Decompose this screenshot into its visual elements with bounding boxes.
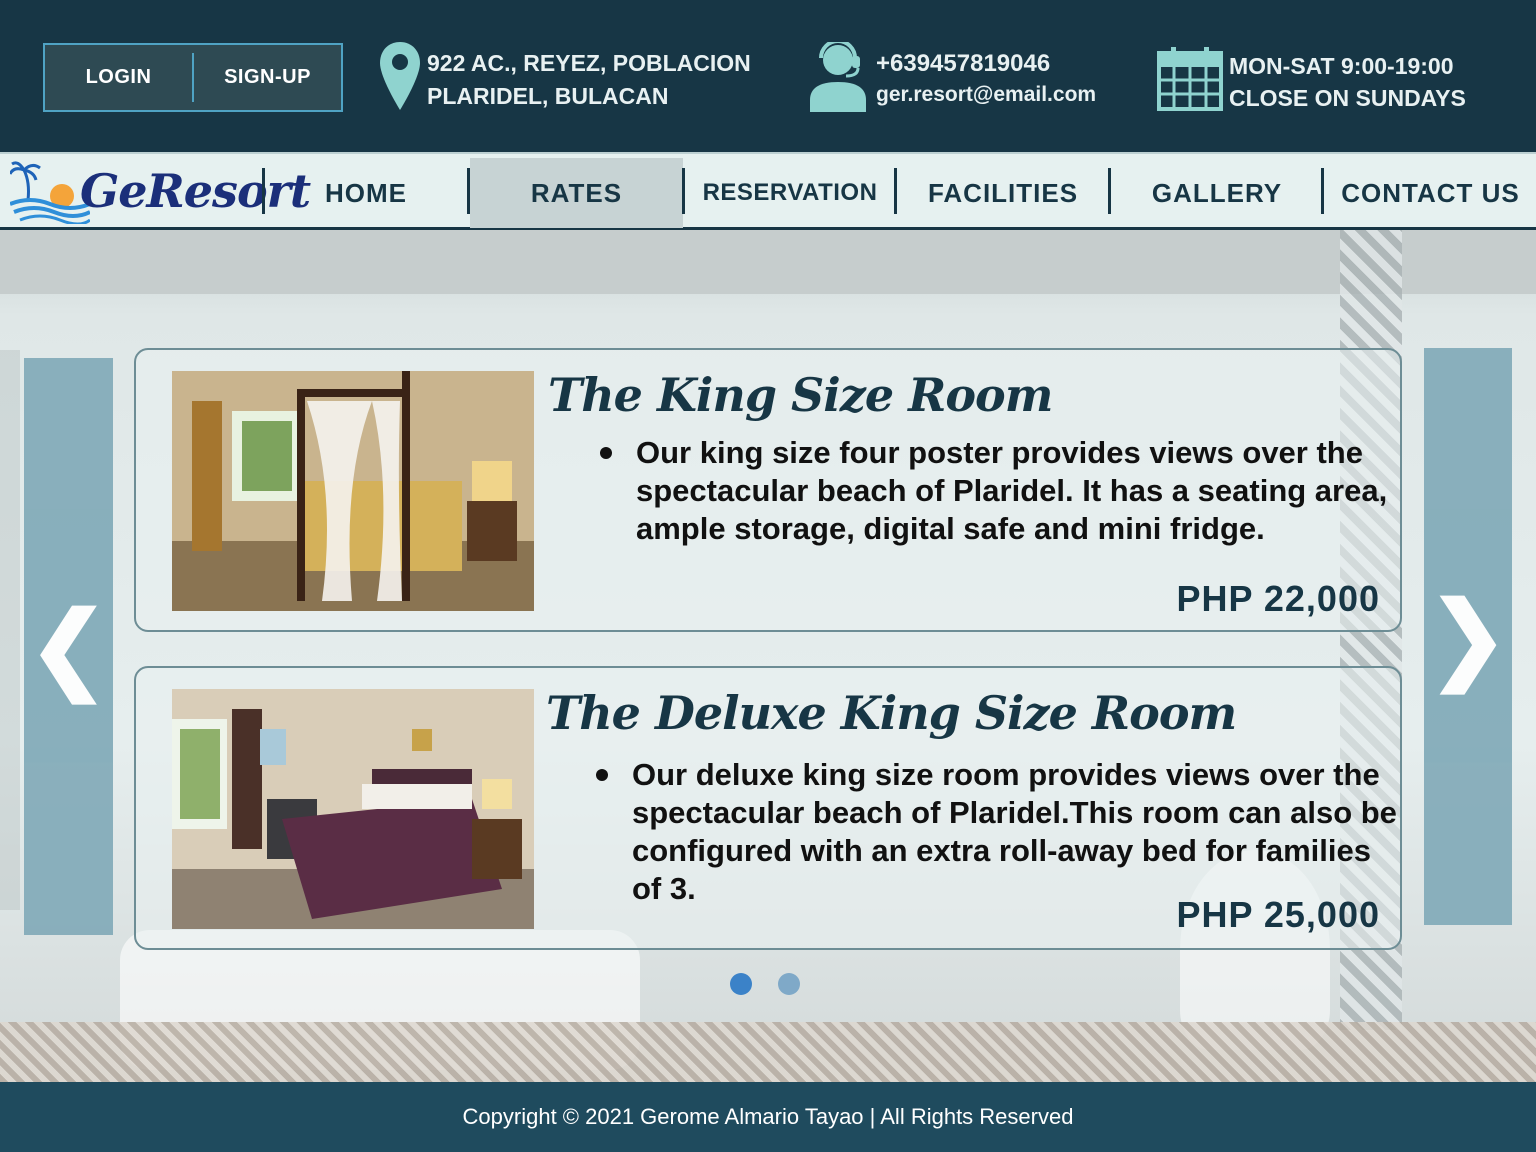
- background-carpet: [0, 1022, 1536, 1082]
- top-info-bar: LOGIN SIGN-UP 922 AC., REYEZ, POBLACION …: [0, 0, 1536, 152]
- auth-box: LOGIN SIGN-UP: [43, 43, 343, 112]
- king-room-photo: [172, 371, 534, 611]
- carousel-dot-2[interactable]: [778, 973, 800, 995]
- opening-hours: MON-SAT 9:00-19:00 CLOSE ON SUNDAYS: [1229, 50, 1466, 114]
- nav-contact-us[interactable]: CONTACT US: [1325, 158, 1536, 228]
- bullet-icon: [596, 769, 608, 781]
- background-wall: [0, 230, 1536, 294]
- nav-facilities[interactable]: FACILITIES: [898, 158, 1108, 228]
- room-title: The Deluxe King Size Room: [546, 686, 1237, 740]
- background-window: [0, 350, 20, 910]
- nav-home[interactable]: HOME: [266, 158, 466, 228]
- carousel-prev-button[interactable]: ❮: [24, 358, 113, 935]
- address-line-2: PLARIDEL, BULACAN: [427, 83, 669, 109]
- room-description: Our deluxe king size room provides views…: [632, 757, 1397, 906]
- chevron-left-icon: ❮: [28, 593, 109, 701]
- room-price: PHP 22,000: [1176, 578, 1380, 619]
- copyright-text: Copyright © 2021 Gerome Almario Tayao | …: [462, 1104, 1074, 1129]
- deluxe-room-photo: [172, 689, 534, 929]
- room-price: PHP 25,000: [1176, 894, 1380, 935]
- nav-gallery[interactable]: GALLERY: [1112, 158, 1322, 228]
- hours-line-1: MON-SAT 9:00-19:00: [1229, 53, 1454, 79]
- nav-rates[interactable]: RATES: [470, 158, 683, 228]
- calendar-icon: [1157, 47, 1223, 111]
- chevron-right-icon: ❯: [1427, 583, 1509, 691]
- main-navigation: GeResort HOME RATES RESERVATION FACILITI…: [0, 152, 1536, 230]
- hours-line-2: CLOSE ON SUNDAYS: [1229, 85, 1466, 111]
- nav-divider: [894, 168, 897, 214]
- nav-divider: [262, 168, 265, 214]
- nav-reservation[interactable]: RESERVATION: [686, 158, 894, 228]
- signup-button[interactable]: SIGN-UP: [194, 45, 341, 110]
- support-agent-icon: [810, 42, 866, 112]
- room-description: Our king size four poster provides views…: [636, 435, 1388, 546]
- nav-divider: [682, 168, 685, 214]
- location-pin-icon: [380, 42, 420, 110]
- brand-logo[interactable]: GeResort: [10, 160, 311, 224]
- address: 922 AC., REYEZ, POBLACION PLARIDEL, BULA…: [427, 47, 751, 113]
- room-card-king: The King Size Room Our king size four po…: [134, 348, 1402, 632]
- bullet-icon: [600, 447, 612, 459]
- email-address[interactable]: ger.resort@email.com: [876, 80, 1096, 110]
- room-card-deluxe-king: The Deluxe King Size Room Our deluxe kin…: [134, 666, 1402, 950]
- nav-divider: [1108, 168, 1111, 214]
- carousel-dot-1[interactable]: [730, 973, 752, 995]
- room-title: The King Size Room: [548, 368, 1053, 422]
- footer: Copyright © 2021 Gerome Almario Tayao | …: [0, 1082, 1536, 1152]
- login-button[interactable]: LOGIN: [45, 45, 192, 110]
- address-line-1: 922 AC., REYEZ, POBLACION: [427, 50, 751, 76]
- phone-number[interactable]: +639457819046: [876, 47, 1096, 80]
- rates-section: ❮ ❯ The King Size Room Our king size fou…: [0, 230, 1536, 1082]
- contact-info: +639457819046 ger.resort@email.com: [876, 47, 1096, 110]
- palm-sunset-icon: [10, 161, 90, 224]
- carousel-next-button[interactable]: ❯: [1424, 348, 1512, 925]
- nav-divider: [1321, 168, 1324, 214]
